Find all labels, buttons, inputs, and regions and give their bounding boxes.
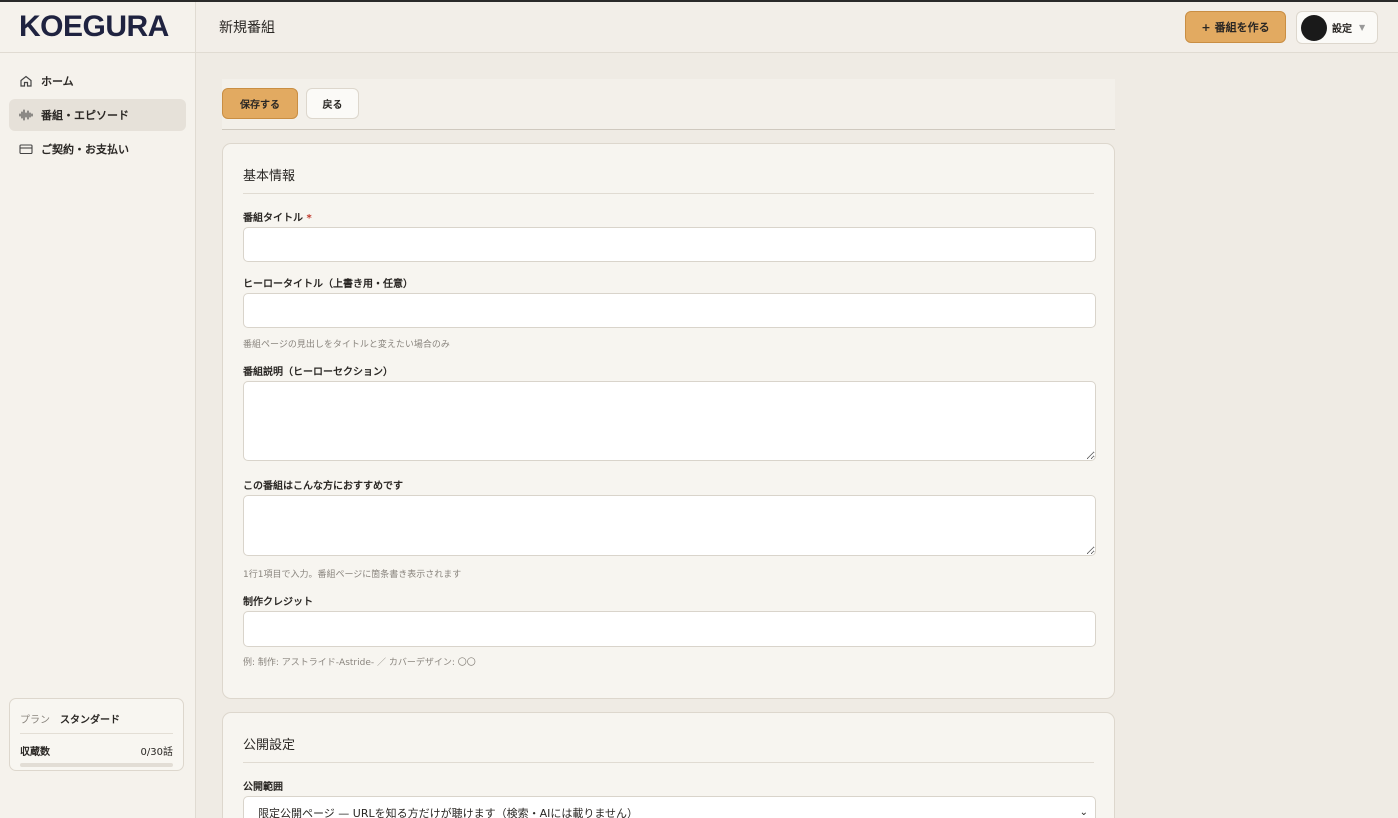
- divider: [243, 762, 1094, 763]
- section-title: 公開設定: [243, 738, 296, 753]
- section-title: 基本情報: [243, 169, 296, 184]
- chevron-down-icon: ▼: [1359, 23, 1366, 32]
- sidebar-item-label: ご契約・お支払い: [41, 143, 129, 156]
- create-program-label: 番組を作る: [1214, 21, 1270, 34]
- settings-menu-button[interactable]: 設定 ▼: [1296, 11, 1378, 44]
- sidebar-item-programs[interactable]: 番組・エピソード: [9, 99, 186, 131]
- sidebar-nav: ホーム 番組・エピソード ご契約・お支払い: [0, 53, 195, 179]
- scope-select[interactable]: 限定公開ページ — URLを知る方だけが聴けます（検索・AIには載りません）: [243, 796, 1096, 818]
- publish-settings-card: 公開設定 公開範囲 限定公開ページ — URLを知る方だけが聴けます（検索・AI…: [222, 712, 1115, 818]
- basic-info-card: 基本情報 番組タイトル * ヒーロータイトル（上書き用・任意） 番組ページの見出…: [222, 143, 1115, 699]
- sidebar: KOEGURA ホーム 番組・エピソード ご契約・お支払い プラン スタンダード: [0, 2, 196, 818]
- description-textarea[interactable]: [243, 381, 1096, 461]
- program-title-label-text: 番組タイトル: [243, 213, 303, 224]
- sidebar-item-label: 番組・エピソード: [41, 109, 129, 122]
- chevron-down-icon: ⌄: [1079, 807, 1088, 818]
- avatar: [1301, 14, 1327, 41]
- count-value: 0/30話: [140, 747, 173, 758]
- recommended-textarea[interactable]: [243, 495, 1096, 556]
- hero-title-input[interactable]: [243, 293, 1096, 328]
- top-header: 新規番組 + 番組を作る 設定 ▼: [196, 2, 1398, 53]
- program-title-input[interactable]: [243, 227, 1096, 262]
- count-label: 収蔵数: [20, 747, 50, 758]
- recommended-hint: 1行1項目で入力。番組ページに箇条書き表示されます: [243, 570, 462, 580]
- credit-input[interactable]: [243, 611, 1096, 647]
- scope-label: 公開範囲: [243, 782, 283, 793]
- plan-label: プラン: [20, 715, 50, 726]
- hero-title-label: ヒーロータイトル（上書き用・任意）: [243, 279, 413, 290]
- hero-title-hint: 番組ページの見出しをタイトルと変えたい場合のみ: [243, 340, 450, 350]
- credit-card-icon: [19, 142, 33, 156]
- plus-icon: +: [1201, 20, 1211, 34]
- form-toolbar: 保存する 戻る: [222, 79, 1115, 130]
- settings-label: 設定: [1332, 24, 1352, 35]
- program-title-label: 番組タイトル *: [243, 209, 312, 224]
- recommended-label: この番組はこんな方におすすめです: [243, 481, 403, 492]
- sidebar-item-label: ホーム: [41, 75, 74, 88]
- create-program-button[interactable]: + 番組を作る: [1185, 11, 1286, 43]
- usage-progress-bar: [20, 763, 173, 767]
- save-button[interactable]: 保存する: [222, 88, 298, 119]
- home-icon: [19, 74, 33, 88]
- page-title: 新規番組: [219, 20, 275, 36]
- back-button[interactable]: 戻る: [306, 88, 359, 119]
- plan-box: プラン スタンダード 収蔵数 0/30話: [9, 698, 184, 771]
- waveform-icon: [19, 108, 33, 122]
- description-label: 番組説明（ヒーローセクション）: [243, 367, 393, 378]
- required-mark: *: [306, 213, 312, 224]
- plan-value: スタンダード: [60, 715, 120, 726]
- divider: [243, 193, 1094, 194]
- credit-label: 制作クレジット: [243, 597, 313, 608]
- sidebar-item-home[interactable]: ホーム: [9, 65, 186, 97]
- sidebar-item-billing[interactable]: ご契約・お支払い: [9, 133, 186, 165]
- brand-logo[interactable]: KOEGURA: [0, 2, 195, 53]
- credit-hint: 例: 制作: アストライド-Astride- ／ カバーデザイン: 〇〇: [243, 658, 476, 668]
